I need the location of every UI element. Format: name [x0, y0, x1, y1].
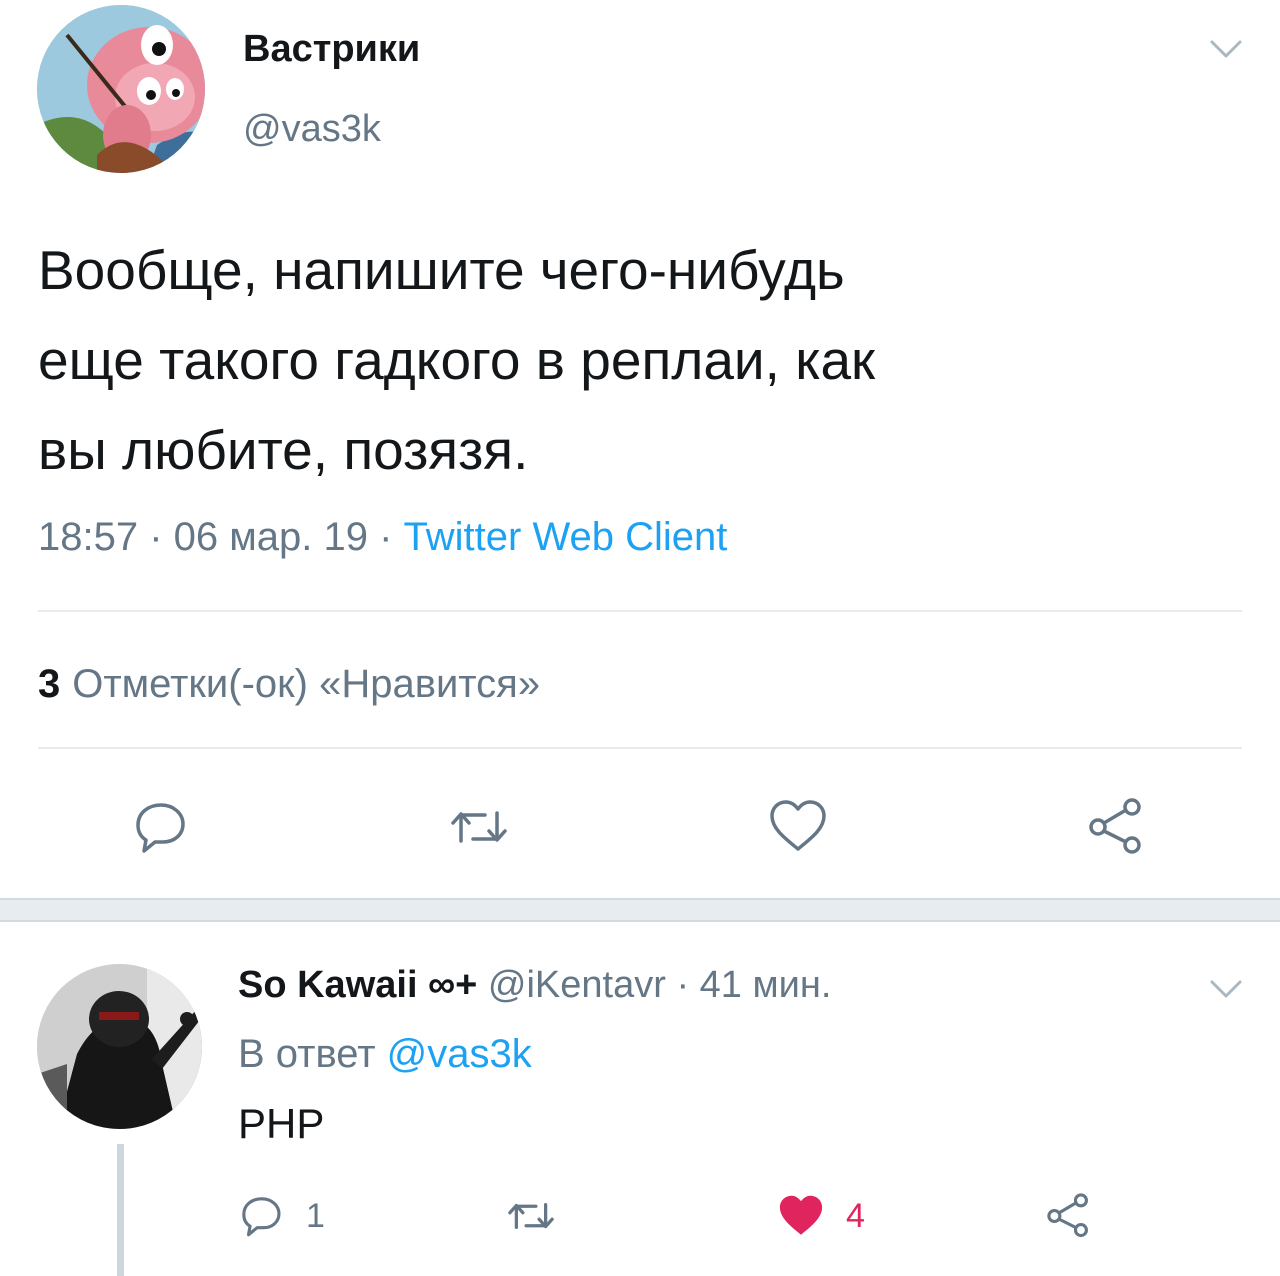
reply-count: 1: [306, 1196, 325, 1235]
divider: [38, 747, 1242, 749]
reply-reply-button[interactable]: 1: [236, 1190, 325, 1242]
divider: [38, 610, 1242, 612]
chevron-down-icon[interactable]: [1208, 34, 1244, 64]
tweet-time: 18:57: [38, 515, 139, 559]
meta-separator: ·: [665, 964, 700, 1006]
share-icon: [1047, 1193, 1088, 1238]
heart-filled-icon: [779, 1195, 823, 1235]
chevron-down-icon[interactable]: [1208, 974, 1244, 1004]
reply-icon: [136, 803, 185, 853]
author-avatar[interactable]: [37, 5, 205, 173]
reply-like-button[interactable]: 4: [776, 1190, 865, 1242]
likes-summary[interactable]: 3 Отметки(-ок) «Нравится»: [38, 662, 540, 707]
like-button[interactable]: [766, 795, 830, 859]
reply-author-name[interactable]: So Kawaii ∞+: [238, 964, 477, 1006]
reply-icon: [242, 1197, 281, 1237]
share-button[interactable]: [1086, 795, 1150, 859]
reply-author-handle[interactable]: @iKentavr: [488, 964, 666, 1006]
retweet-button[interactable]: [447, 795, 511, 859]
reply-time[interactable]: 41 мин.: [700, 964, 832, 1006]
tweet-meta: 18:57 · 06 мар. 19 · Twitter Web Client: [38, 515, 727, 560]
like-count: 4: [846, 1196, 865, 1235]
tweet-date[interactable]: 06 мар. 19: [174, 515, 368, 559]
reply-button[interactable]: [128, 795, 192, 859]
likes-count: 3: [38, 662, 61, 706]
tweet-source-link[interactable]: Twitter Web Client: [404, 515, 728, 559]
reply-to-mention[interactable]: @vas3k: [387, 1032, 532, 1076]
retweet-icon: [451, 811, 507, 843]
reply-retweet-button[interactable]: [505, 1190, 557, 1242]
main-tweet: Вастрики @vas3k Вообще, напишите чего-ни…: [0, 0, 1280, 898]
avatar-image: [37, 964, 202, 1129]
author-name[interactable]: Вастрики: [243, 28, 420, 71]
reply-to-line: В ответ @vas3k: [238, 1032, 532, 1077]
reply-author-avatar[interactable]: [37, 964, 202, 1129]
reply-to-prefix: В ответ: [238, 1032, 376, 1076]
timeline-separator: [0, 898, 1280, 922]
meta-separator: ·: [138, 515, 174, 559]
reply-text: PHP: [238, 1100, 325, 1147]
thread-line: [117, 1144, 124, 1276]
reply-header: So Kawaii ∞+ @iKentavr · 41 мин.: [238, 964, 831, 1007]
reply-share-button[interactable]: [1045, 1190, 1095, 1242]
avatar-image: [37, 5, 205, 173]
meta-separator: ·: [367, 515, 404, 559]
likes-label: Отметки(-ок) «Нравится»: [72, 662, 541, 706]
share-icon: [1089, 798, 1141, 854]
tweet-text: Вообще, напишите чего-нибудь еще такого …: [38, 239, 876, 481]
heart-icon: [770, 800, 826, 851]
retweet-icon: [508, 1203, 554, 1229]
reply-tweet[interactable]: So Kawaii ∞+ @iKentavr · 41 мин. В ответ…: [0, 922, 1280, 1276]
author-handle[interactable]: @vas3k: [243, 108, 381, 151]
